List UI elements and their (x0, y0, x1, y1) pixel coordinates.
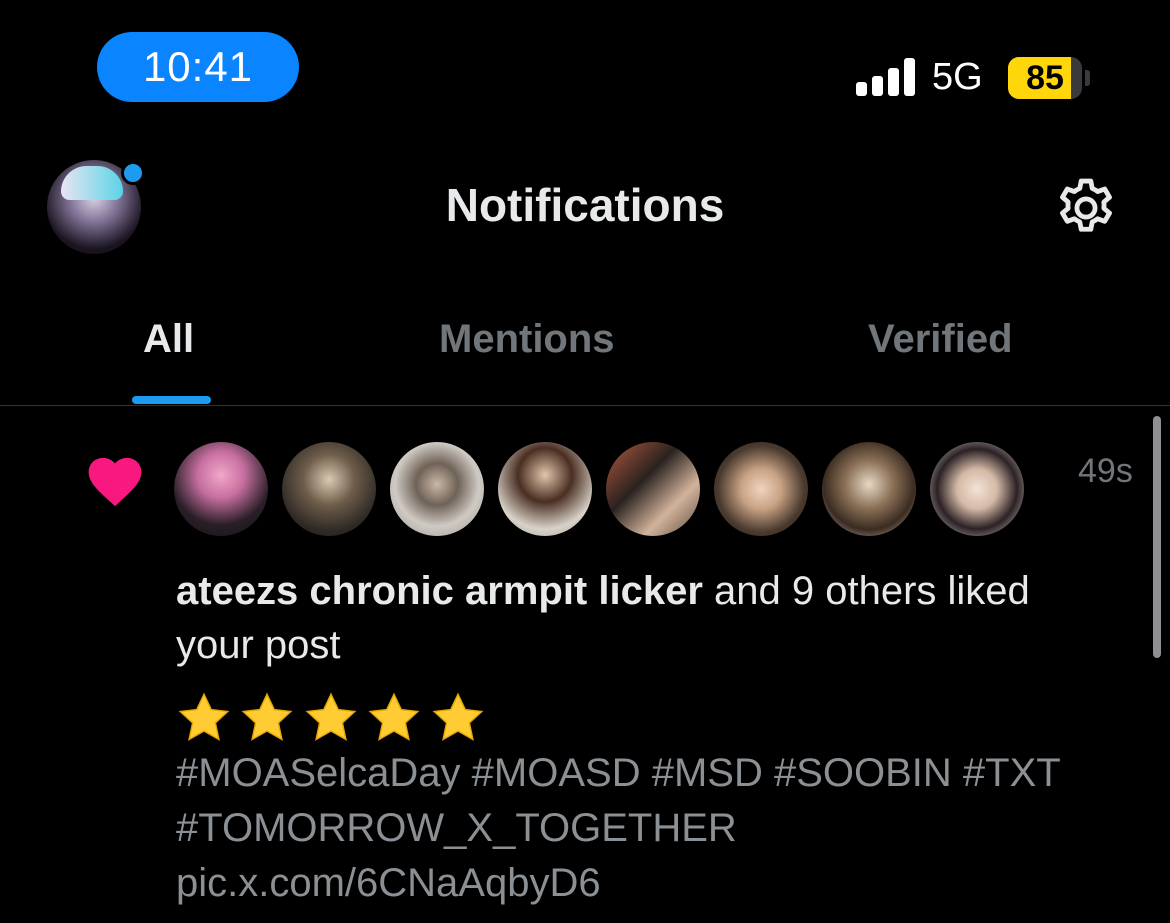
scrollbar[interactable] (1153, 416, 1161, 658)
star-icon (178, 692, 230, 741)
selected-tab-indicator (132, 396, 211, 404)
tab-verified[interactable]: Verified (868, 316, 1013, 362)
avatar[interactable] (606, 442, 700, 536)
star-icon (242, 692, 293, 741)
battery-level: 85 (1026, 59, 1064, 97)
star-icon (305, 692, 357, 741)
avatar[interactable] (282, 442, 376, 536)
tab-all[interactable]: All (143, 316, 194, 362)
avatar[interactable] (930, 442, 1024, 536)
status-time[interactable]: 10:41 (97, 32, 299, 102)
top-header: Notifications (0, 130, 1170, 290)
cellular-signal-icon (856, 58, 916, 96)
battery-icon: 85 (1008, 57, 1082, 99)
notification-item[interactable]: 49s ateezs chronic armpit licker and 9 o… (0, 406, 1170, 923)
network-type: 5G (932, 56, 983, 98)
avatar[interactable] (498, 442, 592, 536)
tab-mentions[interactable]: Mentions (439, 316, 615, 362)
post-preview-text[interactable]: #MOASelcaDay #MOASD #MSD #SOOBIN #TXT #T… (176, 746, 1156, 911)
star-icon (432, 692, 484, 741)
notification-text: ateezs chronic armpit licker and 9 other… (176, 564, 1116, 672)
gear-icon[interactable] (1052, 174, 1120, 242)
status-bar: 10:41 5G 85 (0, 0, 1170, 130)
heart-icon (88, 457, 142, 507)
star-icon (368, 692, 420, 741)
user-name[interactable]: ateezs chronic armpit licker (176, 569, 703, 613)
avatar[interactable] (714, 442, 808, 536)
avatar[interactable] (174, 442, 268, 536)
battery-cap (1085, 70, 1090, 86)
page-title: Notifications (445, 179, 725, 231)
notification-timestamp: 49s (1078, 452, 1133, 490)
avatar[interactable] (390, 442, 484, 536)
avatar[interactable] (822, 442, 916, 536)
notification-tabs: All Mentions Verified (0, 290, 1170, 406)
star-rating (176, 690, 489, 746)
